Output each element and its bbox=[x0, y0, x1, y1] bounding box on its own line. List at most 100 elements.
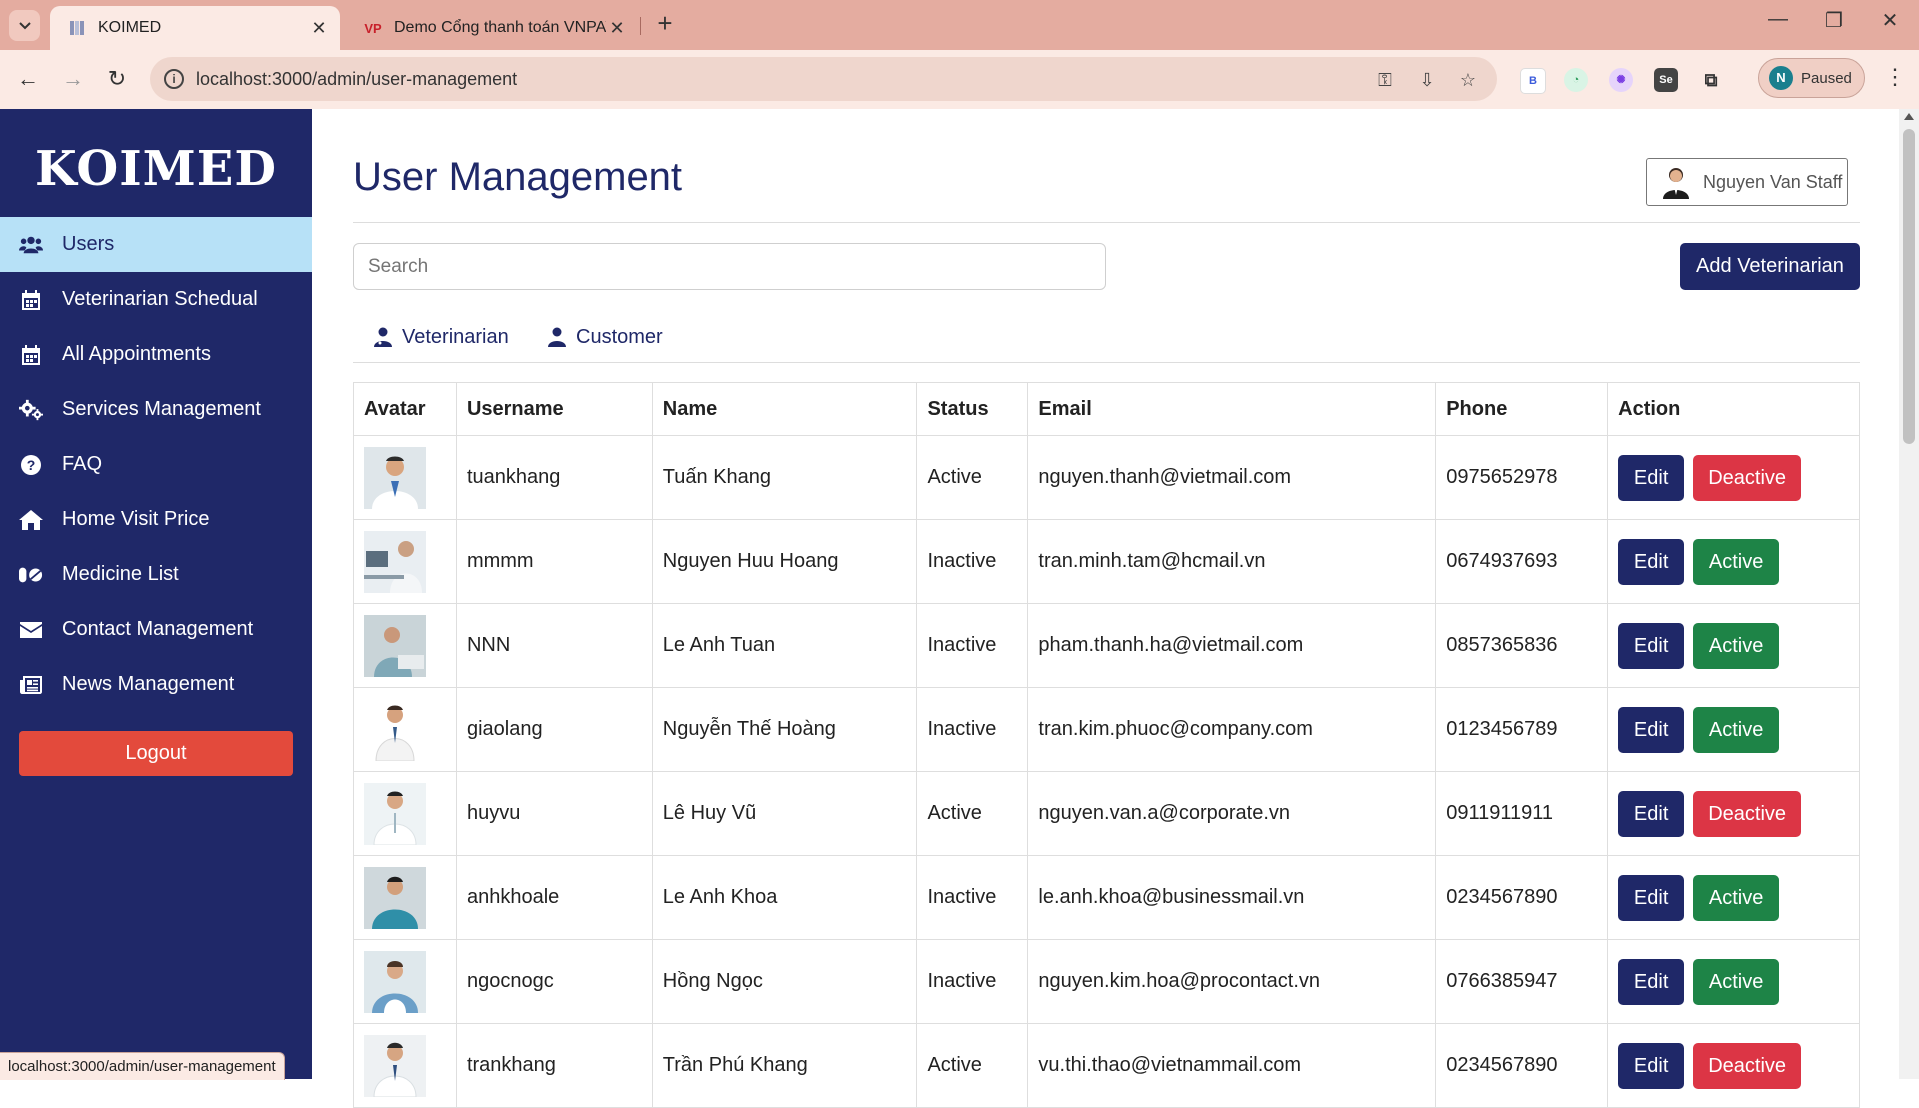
table-header-row: Avatar Username Name Status Email Phone … bbox=[353, 382, 1860, 436]
sidebar-item-label: Medicine List bbox=[62, 563, 179, 585]
action-cell: Edit Active bbox=[1607, 687, 1860, 772]
user-avatar bbox=[364, 950, 426, 1013]
sidebar-item-label: Contact Management bbox=[62, 618, 254, 640]
extension-b-icon[interactable]: B bbox=[1520, 68, 1546, 94]
sidebar-item-label: FAQ bbox=[62, 453, 103, 475]
edit-button[interactable]: Edit bbox=[1618, 538, 1685, 585]
search-input[interactable] bbox=[353, 243, 1106, 290]
sidebar-item-contact-management[interactable]: Contact Management bbox=[0, 602, 312, 657]
header-divider bbox=[353, 222, 1860, 223]
phone-cell: 0857365836 bbox=[1435, 603, 1609, 688]
tab-search-button[interactable] bbox=[9, 10, 40, 41]
status-cell: Inactive bbox=[916, 603, 1029, 688]
edit-button[interactable]: Edit bbox=[1618, 790, 1685, 837]
name-cell: Lê Huy Vũ bbox=[651, 771, 918, 856]
username-cell: giaolang bbox=[455, 687, 653, 772]
edit-button[interactable]: Edit bbox=[1618, 874, 1685, 921]
vnpay-favicon-icon: VP bbox=[364, 20, 382, 36]
page-scrollbar[interactable] bbox=[1899, 109, 1919, 1079]
deactive-button[interactable]: Deactive bbox=[1693, 454, 1802, 501]
password-key-icon[interactable]: ⚿ bbox=[1372, 67, 1398, 93]
sidebar: KOIMED Users Veterinarian Schedual All A… bbox=[0, 109, 312, 1079]
bookmark-star-icon[interactable]: ☆ bbox=[1455, 67, 1481, 93]
site-info-icon[interactable]: i bbox=[164, 69, 184, 89]
username-cell: ngocnogc bbox=[455, 939, 653, 1024]
status-cell: Inactive bbox=[916, 855, 1029, 940]
chevron-down-icon bbox=[18, 21, 31, 29]
column-header-email: Email bbox=[1027, 382, 1437, 436]
sidebar-item-all-appointments[interactable]: All Appointments bbox=[0, 327, 312, 382]
deactive-button[interactable]: Deactive bbox=[1693, 1042, 1802, 1089]
activate-button[interactable]: Active bbox=[1693, 706, 1780, 753]
address-bar[interactable]: i localhost:3000/admin/user-management ⚿… bbox=[150, 57, 1497, 101]
page-title: User Management bbox=[353, 155, 683, 199]
tab-label: Customer bbox=[576, 325, 663, 348]
username-cell: anhkhoale bbox=[455, 855, 653, 940]
profile-button[interactable]: N Paused bbox=[1758, 58, 1865, 98]
gears-icon bbox=[19, 399, 43, 421]
current-user-button[interactable]: Nguyen Van Staff bbox=[1646, 158, 1848, 206]
activate-button[interactable]: Active bbox=[1693, 538, 1780, 585]
restore-icon[interactable]: ❐ bbox=[1814, 8, 1854, 33]
extensions-puzzle-icon[interactable]: ⧉ bbox=[1699, 68, 1723, 92]
browser-tab-koimed[interactable]: KOIMED ✕ bbox=[50, 6, 340, 50]
user-avatar bbox=[364, 614, 426, 677]
sidebar-item-services-management[interactable]: Services Management bbox=[0, 382, 312, 437]
edit-button[interactable]: Edit bbox=[1618, 1042, 1685, 1089]
minimize-icon[interactable]: — bbox=[1758, 8, 1798, 31]
edit-button[interactable]: Edit bbox=[1618, 454, 1685, 501]
sidebar-item-home-visit-price[interactable]: Home Visit Price bbox=[0, 492, 312, 547]
close-tab-icon[interactable]: ✕ bbox=[606, 18, 628, 39]
activate-button[interactable]: Active bbox=[1693, 958, 1780, 1005]
back-icon[interactable]: ← bbox=[13, 64, 43, 94]
sidebar-item-veterinarian-schedual[interactable]: Veterinarian Schedual bbox=[0, 272, 312, 327]
email-cell: vu.thi.thao@vietnammail.com bbox=[1027, 1023, 1437, 1108]
logout-button[interactable]: Logout bbox=[19, 731, 293, 776]
edit-button[interactable]: Edit bbox=[1618, 958, 1685, 1005]
install-app-icon[interactable]: ⇩ bbox=[1414, 67, 1440, 93]
user-icon bbox=[548, 327, 566, 347]
email-cell: le.anh.khoa@businessmail.vn bbox=[1027, 855, 1437, 940]
brand-logo[interactable]: KOIMED bbox=[0, 141, 312, 197]
add-veterinarian-button[interactable]: Add Veterinarian bbox=[1680, 243, 1860, 290]
status-cell: Inactive bbox=[916, 519, 1029, 604]
phone-cell: 0234567890 bbox=[1435, 855, 1609, 940]
close-tab-icon[interactable]: ✕ bbox=[308, 18, 330, 39]
url-text[interactable]: localhost:3000/admin/user-management bbox=[196, 69, 517, 90]
extension-selenium-icon[interactable]: Se bbox=[1654, 68, 1678, 92]
sidebar-item-news-management[interactable]: News Management bbox=[0, 657, 312, 712]
edit-button[interactable]: Edit bbox=[1618, 622, 1685, 669]
tab-customer[interactable]: Customer bbox=[548, 322, 663, 352]
table-row: trankhang Trần Phú Khang Active vu.thi.t… bbox=[353, 1023, 1860, 1108]
sidebar-item-users[interactable]: Users bbox=[0, 217, 312, 272]
activate-button[interactable]: Active bbox=[1693, 622, 1780, 669]
sidebar-item-faq[interactable]: ? FAQ bbox=[0, 437, 312, 492]
browser-status-url: localhost:3000/admin/user-management bbox=[0, 1052, 285, 1080]
sidebar-item-label: Services Management bbox=[62, 398, 261, 420]
phone-cell: 0674937693 bbox=[1435, 519, 1609, 604]
extension-palette-icon[interactable]: ◔ bbox=[1564, 68, 1588, 92]
browser-tab-strip: KOIMED ✕ VP Demo Cổng thanh toán VNPAY ✕… bbox=[0, 0, 1919, 50]
sidebar-item-label: Home Visit Price bbox=[62, 508, 210, 530]
browser-tab-vnpay[interactable]: VP Demo Cổng thanh toán VNPAY ✕ bbox=[346, 6, 638, 50]
activate-button[interactable]: Active bbox=[1693, 874, 1780, 921]
scrollbar-thumb[interactable] bbox=[1903, 129, 1915, 444]
forward-icon[interactable]: → bbox=[58, 64, 88, 94]
extension-brain-icon[interactable]: ✺ bbox=[1609, 68, 1633, 92]
table-row: tuankhang Tuấn Khang Active nguyen.thanh… bbox=[353, 435, 1860, 520]
email-cell: nguyen.thanh@vietmail.com bbox=[1027, 435, 1437, 520]
deactive-button[interactable]: Deactive bbox=[1693, 790, 1802, 837]
sidebar-item-medicine-list[interactable]: Medicine List bbox=[0, 547, 312, 602]
edit-button[interactable]: Edit bbox=[1618, 706, 1685, 753]
close-window-icon[interactable]: ✕ bbox=[1870, 8, 1910, 33]
tab-veterinarian[interactable]: Veterinarian bbox=[374, 322, 509, 352]
reload-icon[interactable]: ↻ bbox=[102, 64, 132, 94]
question-icon: ? bbox=[19, 454, 43, 475]
sidebar-item-label: News Management bbox=[62, 673, 235, 695]
user-avatar bbox=[364, 446, 426, 509]
browser-menu-icon[interactable]: ⋮ bbox=[1884, 64, 1906, 90]
scroll-up-icon[interactable] bbox=[1904, 113, 1914, 120]
new-tab-icon[interactable]: + bbox=[650, 8, 680, 39]
action-cell: Edit Active bbox=[1607, 939, 1860, 1024]
email-cell: nguyen.van.a@corporate.vn bbox=[1027, 771, 1437, 856]
